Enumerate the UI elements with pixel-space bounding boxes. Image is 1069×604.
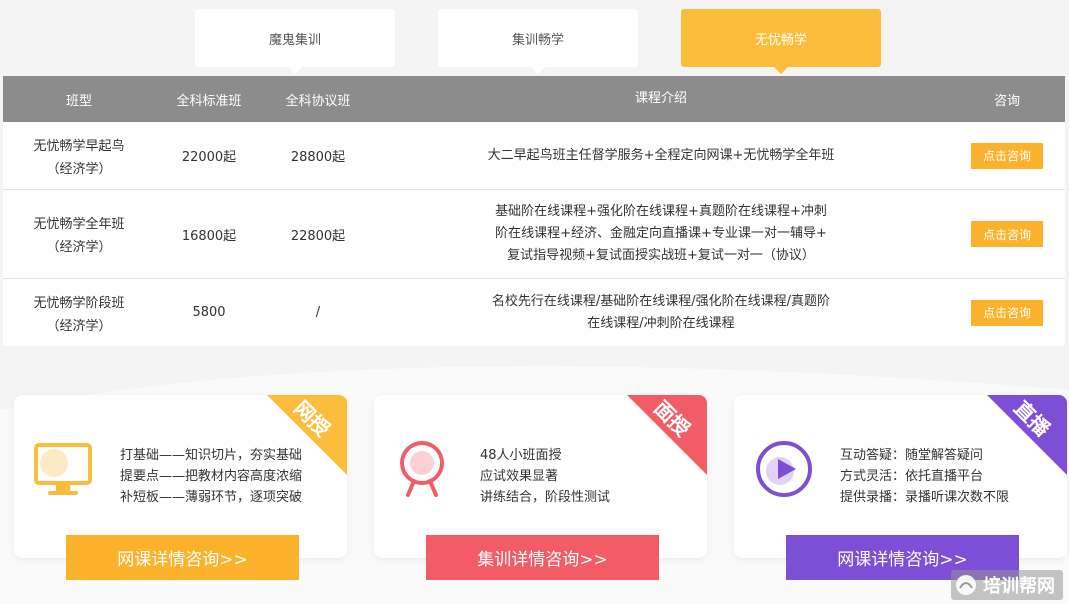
table-row: 无忧畅学早起鸟 （经济学） 22000起 28800起 大二早起鸟班主任督学服务… bbox=[3, 122, 1065, 190]
feature-line: 48人小班面授 bbox=[480, 448, 562, 463]
feature-line: 互动答疑：随堂解答疑问 bbox=[840, 448, 984, 463]
feature-line: 讲练结合，阶段性测试 bbox=[480, 490, 611, 505]
feature-line: 提供录播：录播听课次数不限 bbox=[840, 490, 1010, 505]
agreement-price: / bbox=[315, 305, 321, 320]
standard-price: 5800 bbox=[192, 305, 226, 320]
live-course-card: 直播 互动答疑：随堂解答疑问 方式灵活：依托直播平台 提供录播：录播听课次数不限 bbox=[734, 395, 1067, 558]
class-name: 无忧畅学全年班 （经济学） bbox=[3, 213, 155, 255]
person-icon bbox=[400, 441, 444, 497]
intro-line: 基础阶在线课程+强化阶在线课程+真题阶在线课程+冲刺 bbox=[495, 204, 827, 219]
intro-line: 阶在线课程+经济、金融定向直播课+专业课一对一辅导+ bbox=[495, 226, 827, 241]
card-features: 48人小班面授 应试效果显著 讲练结合，阶段性测试 bbox=[480, 445, 610, 508]
consult-button[interactable]: 点击咨询 bbox=[971, 221, 1043, 247]
table-row: 无忧畅学阶段班 （经济学） 5800 / 名校先行在线课程/基础阶在线课程/强化… bbox=[3, 279, 1065, 346]
header-standard: 全科标准班 bbox=[176, 93, 242, 109]
play-icon bbox=[756, 441, 812, 497]
tab-label: 魔鬼集训 bbox=[268, 32, 321, 48]
class-name-line: 无忧畅学全年班 bbox=[33, 217, 125, 232]
feature-line: 打基础——知识切片，夯实基础 bbox=[120, 448, 303, 463]
tab-pointer bbox=[288, 67, 302, 74]
header-agreement: 全科协议班 bbox=[285, 93, 351, 109]
course-intro: 大二早起鸟班主任督学服务+全程定向网课+无忧畅学全年班 bbox=[373, 145, 949, 167]
table-header: 班型 全科标准班 全科协议班 课程介绍 咨询 bbox=[3, 76, 1065, 122]
consult-button[interactable]: 点击咨询 bbox=[971, 299, 1043, 326]
tab-label: 无忧畅学 bbox=[754, 32, 807, 48]
tab-label: 集训畅学 bbox=[511, 32, 564, 48]
card-features: 打基础——知识切片，夯实基础 提要点——把教材内容高度浓缩 补短板——薄弱环节，… bbox=[120, 445, 302, 508]
standard-price: 16800起 bbox=[181, 228, 237, 244]
tab-mogui-jixun[interactable]: 魔鬼集训 bbox=[195, 9, 395, 74]
face-course-consult-button[interactable]: 集训详情咨询>> bbox=[426, 535, 659, 580]
intro-line: 复试指导视频+复试面授实战班+复试一对一（协议） bbox=[507, 248, 815, 263]
intro-line: 大二早起鸟班主任督学服务+全程定向网课+无忧畅学全年班 bbox=[487, 147, 835, 163]
online-course-consult-button[interactable]: 网课详情咨询>> bbox=[66, 535, 299, 580]
table-row: 无忧畅学全年班 （经济学） 16800起 22800起 基础阶在线课程+强化阶在… bbox=[3, 190, 1065, 279]
header-class-type: 班型 bbox=[65, 93, 92, 109]
monitor-icon bbox=[34, 443, 92, 495]
feature-line: 提要点——把教材内容高度浓缩 bbox=[120, 469, 303, 484]
course-intro: 基础阶在线课程+强化阶在线课程+真题阶在线课程+冲刺 阶在线课程+经济、金融定向… bbox=[373, 201, 949, 267]
tab-pointer bbox=[531, 67, 545, 74]
face-course-card: 面授 48人小班面授 应试效果显著 讲练结合，阶段性测试 bbox=[374, 395, 707, 558]
header-intro: 课程介绍 bbox=[634, 91, 687, 106]
consult-button[interactable]: 点击咨询 bbox=[971, 142, 1043, 169]
course-intro: 名校先行在线课程/基础阶在线课程/强化阶在线课程/真题阶 在线课程/冲刺阶在线课… bbox=[373, 291, 949, 335]
class-name-line: 无忧畅学阶段班 bbox=[33, 295, 125, 311]
watermark-text: 培训帮网 bbox=[983, 576, 1055, 597]
class-name: 无忧畅学阶段班 （经济学） bbox=[3, 292, 155, 334]
feature-line: 应试效果显著 bbox=[480, 469, 559, 484]
standard-price: 22000起 bbox=[181, 150, 237, 165]
header-consult: 咨询 bbox=[993, 93, 1020, 109]
watermark: 培训帮网 bbox=[951, 570, 1063, 600]
agreement-price: 22800起 bbox=[290, 228, 346, 244]
class-subject: （经济学） bbox=[46, 240, 112, 255]
class-subject: （经济学） bbox=[46, 318, 112, 334]
tab-pointer bbox=[774, 67, 788, 74]
feature-line: 补短板——薄弱环节，逐项突破 bbox=[120, 490, 303, 505]
intro-line: 在线课程/冲刺阶在线课程 bbox=[587, 315, 735, 331]
course-table: 班型 全科标准班 全科协议班 课程介绍 咨询 无忧畅学早起鸟 （经济学） 220… bbox=[3, 76, 1065, 346]
class-name-line: 无忧畅学早起鸟 bbox=[33, 138, 125, 154]
intro-line: 名校先行在线课程/基础阶在线课程/强化阶在线课程/真题阶 bbox=[491, 293, 831, 309]
feature-line: 方式灵活：依托直播平台 bbox=[840, 469, 984, 484]
tab-wuyou-changxue[interactable]: 无忧畅学 bbox=[681, 9, 881, 74]
watermark-logo-icon bbox=[956, 575, 976, 595]
online-course-card: 网授 打基础——知识切片，夯实基础 提要点——把教材内容高度浓缩 补短板——薄弱… bbox=[14, 395, 347, 558]
class-name: 无忧畅学早起鸟 （经济学） bbox=[3, 135, 155, 177]
tab-jixun-changxue[interactable]: 集训畅学 bbox=[438, 9, 638, 74]
class-subject: （经济学） bbox=[46, 161, 112, 177]
agreement-price: 28800起 bbox=[290, 150, 346, 165]
card-features: 互动答疑：随堂解答疑问 方式灵活：依托直播平台 提供录播：录播听课次数不限 bbox=[840, 445, 1009, 508]
